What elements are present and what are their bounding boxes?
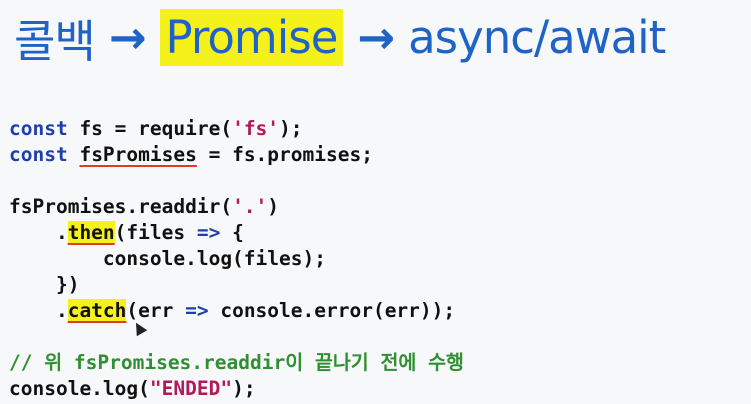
code-text: (files xyxy=(114,221,197,244)
code-line-5: .then(files => { xyxy=(9,220,464,246)
code-text: (err xyxy=(126,299,186,322)
code-line-2: const fsPromises = fs.promises; xyxy=(9,142,464,168)
keyword-const: const xyxy=(9,117,68,140)
code-text: . xyxy=(9,299,68,322)
code-comment: // 위 fsPromises.readdir이 끝나기 전에 수행 xyxy=(9,351,464,374)
code-text: fsPromises.readdir( xyxy=(9,195,233,218)
code-block: const fs = require('fs'); const fsPromis… xyxy=(9,116,464,402)
slide-title: 콜백 → Promise → async/await xyxy=(14,4,666,70)
title-async-await: async/await xyxy=(408,10,666,64)
code-text: ) xyxy=(267,195,280,218)
code-text: ); xyxy=(232,377,256,400)
title-arrow-2: → xyxy=(357,10,395,64)
arrow-operator: => xyxy=(196,221,221,244)
code-text: = fs.promises; xyxy=(196,143,373,166)
code-text: fs = require( xyxy=(67,117,233,140)
code-line-6: console.log(files); xyxy=(9,246,464,272)
string-literal: '.' xyxy=(232,195,268,218)
code-text: console.error(err)); xyxy=(208,299,456,322)
code-text: console.log(files); xyxy=(9,247,326,270)
variable-fspromises-underlined: fsPromises xyxy=(79,143,197,166)
string-literal: 'fs' xyxy=(232,117,280,140)
code-text: console.log( xyxy=(9,377,150,400)
title-arrow-1: → xyxy=(108,10,147,64)
method-then-highlighted: then xyxy=(67,221,115,244)
keyword-const: const xyxy=(9,143,68,166)
code-line-8: .catch(err => console.error(err)); xyxy=(9,298,464,324)
method-catch-highlighted: catch xyxy=(67,299,127,322)
title-promise: Promise xyxy=(159,8,344,66)
code-line-7: }) xyxy=(9,272,464,298)
code-text: { xyxy=(220,221,244,244)
code-line-4: fsPromises.readdir('.') xyxy=(9,194,464,220)
code-text: . xyxy=(9,221,68,244)
code-line-11: console.log("ENDED"); xyxy=(9,376,464,402)
code-line-10: // 위 fsPromises.readdir이 끝나기 전에 수행 xyxy=(9,350,464,376)
code-line-1: const fs = require('fs'); xyxy=(9,116,464,142)
string-literal: "ENDED" xyxy=(149,377,233,400)
title-callback: 콜백 xyxy=(14,14,96,68)
code-text: }) xyxy=(9,273,80,296)
code-text: ); xyxy=(279,117,303,140)
arrow-operator: => xyxy=(185,299,209,322)
